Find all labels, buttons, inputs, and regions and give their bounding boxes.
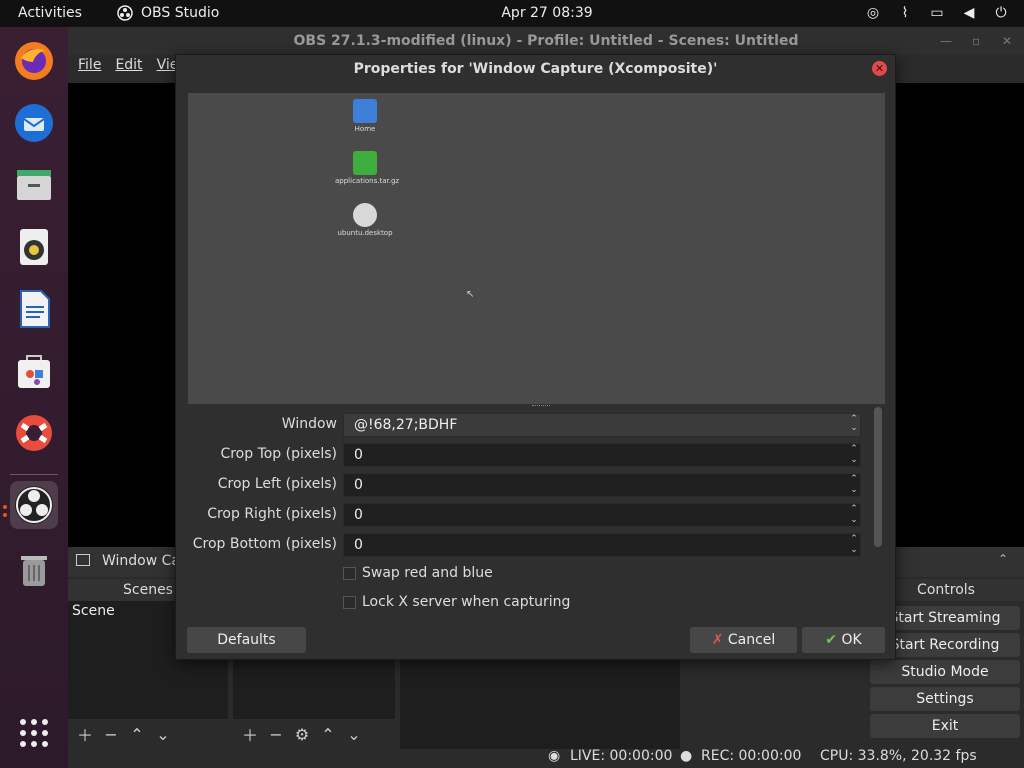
menu-edit[interactable]: Edit bbox=[115, 57, 142, 73]
exit-button[interactable]: Exit bbox=[870, 714, 1020, 738]
desktop-file-icon: ubuntu.desktop bbox=[335, 203, 395, 237]
properties-form: Window @!68,27;BDHF ⌃ ⌄ Crop Top (pixels)… bbox=[188, 413, 885, 623]
obs-tray-icon[interactable]: ◎ bbox=[864, 4, 882, 22]
rec-icon: ● bbox=[680, 748, 693, 764]
gear-icon[interactable]: ⚙ bbox=[291, 723, 313, 745]
source-combo-arrow-icon[interactable]: ⌃ bbox=[998, 552, 1008, 566]
cpu-status: CPU: 33.8%, 20.32 fps bbox=[820, 748, 977, 764]
remove-scene-icon[interactable]: − bbox=[100, 723, 122, 745]
show-apps-icon[interactable] bbox=[10, 709, 58, 757]
crop-right-input[interactable]: 0 bbox=[343, 503, 861, 527]
status-bar: ◉ LIVE: 00:00:00 ● REC: 00:00:00 CPU: 33… bbox=[68, 745, 1024, 768]
ok-button[interactable]: ✔ OK bbox=[802, 627, 885, 653]
checkbox-box[interactable] bbox=[343, 595, 356, 609]
obs-titlebar: OBS 27.1.3-modified (linux) - Profile: U… bbox=[68, 27, 1024, 55]
splitter-handle[interactable] bbox=[532, 405, 550, 407]
close-icon[interactable]: ✕ bbox=[872, 61, 887, 76]
maximize-icon[interactable]: ▫ bbox=[972, 27, 980, 55]
source-preview: Home applications.tar.gz ubuntu.desktop … bbox=[188, 93, 885, 404]
spin-arrows-icon[interactable]: ⌃ ⌄ bbox=[846, 474, 862, 498]
writer-icon[interactable] bbox=[10, 285, 58, 333]
source-toolbar-title: Window Ca bbox=[102, 553, 181, 569]
move-down-icon[interactable]: ⌄ bbox=[152, 723, 174, 745]
move-up-icon[interactable]: ⌃ bbox=[126, 723, 148, 745]
menubar: File Edit Vie bbox=[78, 57, 178, 73]
dock bbox=[0, 27, 68, 768]
running-indicator bbox=[3, 513, 7, 517]
move-up-icon[interactable]: ⌃ bbox=[317, 723, 339, 745]
studio-mode-button[interactable]: Studio Mode bbox=[870, 660, 1020, 684]
spin-arrows-icon[interactable]: ⌃ ⌄ bbox=[846, 444, 862, 468]
dock-separator bbox=[10, 474, 58, 475]
software-icon[interactable] bbox=[10, 347, 58, 395]
trash-icon[interactable] bbox=[10, 545, 58, 593]
add-scene-icon[interactable]: ＋ bbox=[74, 723, 96, 745]
rhythmbox-icon[interactable] bbox=[10, 223, 58, 271]
crop-bottom-input[interactable]: 0 bbox=[343, 533, 861, 557]
minimize-icon[interactable]: — bbox=[940, 27, 952, 55]
crop-right-label: Crop Right (pixels) bbox=[207, 506, 337, 522]
obs-studio-icon[interactable] bbox=[10, 481, 58, 529]
window-source-icon bbox=[76, 554, 90, 566]
archive-file-icon: applications.tar.gz bbox=[335, 151, 399, 185]
settings-button[interactable]: Settings bbox=[870, 687, 1020, 711]
menu-file[interactable]: File bbox=[78, 57, 101, 73]
remove-source-icon[interactable]: − bbox=[265, 723, 287, 745]
add-source-icon[interactable]: ＋ bbox=[239, 723, 261, 745]
lock-label: Lock X server when capturing bbox=[362, 594, 571, 610]
window-label: Window bbox=[281, 416, 337, 432]
combo-arrows-icon[interactable]: ⌃ ⌄ bbox=[846, 415, 862, 439]
crop-top-label: Crop Top (pixels) bbox=[220, 446, 337, 462]
live-icon: ◉ bbox=[548, 748, 561, 764]
rec-status: REC: 00:00:00 bbox=[701, 748, 802, 764]
cancel-button[interactable]: ✗ Cancel bbox=[690, 627, 797, 653]
spin-arrows-icon[interactable]: ⌃ ⌄ bbox=[846, 534, 862, 558]
swap-red-blue-checkbox[interactable]: Swap red and blue bbox=[343, 565, 493, 581]
cancel-icon: ✗ bbox=[711, 632, 724, 648]
move-down-icon[interactable]: ⌄ bbox=[343, 723, 365, 745]
spin-arrows-icon[interactable]: ⌃ ⌄ bbox=[846, 504, 862, 528]
screen-icon[interactable]: ▭ bbox=[928, 4, 946, 22]
paperclip-icon[interactable]: ⌇ bbox=[896, 4, 914, 22]
ok-icon: ✔ bbox=[825, 632, 838, 648]
top-bar: Activities OBS Studio Apr 27 08:39 ◎ ⌇ ▭… bbox=[0, 0, 1024, 27]
help-icon[interactable] bbox=[10, 409, 58, 457]
lock-x-server-checkbox[interactable]: Lock X server when capturing bbox=[343, 594, 570, 610]
crop-top-input[interactable]: 0 bbox=[343, 443, 861, 467]
power-icon[interactable]: ⏻ bbox=[992, 4, 1010, 22]
firefox-icon[interactable] bbox=[10, 37, 58, 85]
checkbox-box[interactable] bbox=[343, 566, 356, 580]
thunderbird-icon[interactable] bbox=[10, 99, 58, 147]
home-folder-icon: Home bbox=[335, 99, 395, 133]
running-indicator bbox=[3, 505, 7, 509]
files-icon[interactable] bbox=[10, 161, 58, 209]
cursor-icon: ↖ bbox=[466, 289, 475, 300]
swap-label: Swap red and blue bbox=[362, 565, 493, 581]
volume-icon[interactable]: ◀ bbox=[960, 4, 978, 22]
live-status: LIVE: 00:00:00 bbox=[570, 748, 673, 764]
crop-bottom-label: Crop Bottom (pixels) bbox=[192, 536, 337, 552]
desktop: Activities OBS Studio Apr 27 08:39 ◎ ⌇ ▭… bbox=[0, 0, 1024, 768]
close-icon[interactable]: ✕ bbox=[1002, 27, 1012, 55]
defaults-button[interactable]: Defaults bbox=[187, 627, 306, 653]
system-tray[interactable]: ◎ ⌇ ▭ ◀ ⏻ bbox=[864, 4, 1010, 22]
crop-left-label: Crop Left (pixels) bbox=[217, 476, 337, 492]
window-select[interactable]: @!68,27;BDHF bbox=[343, 413, 861, 437]
obs-window-title: OBS 27.1.3-modified (linux) - Profile: U… bbox=[293, 33, 799, 49]
properties-dialog: Properties for 'Window Capture (Xcomposi… bbox=[175, 54, 896, 660]
dialog-title: Properties for 'Window Capture (Xcomposi… bbox=[176, 55, 895, 83]
crop-left-input[interactable]: 0 bbox=[343, 473, 861, 497]
